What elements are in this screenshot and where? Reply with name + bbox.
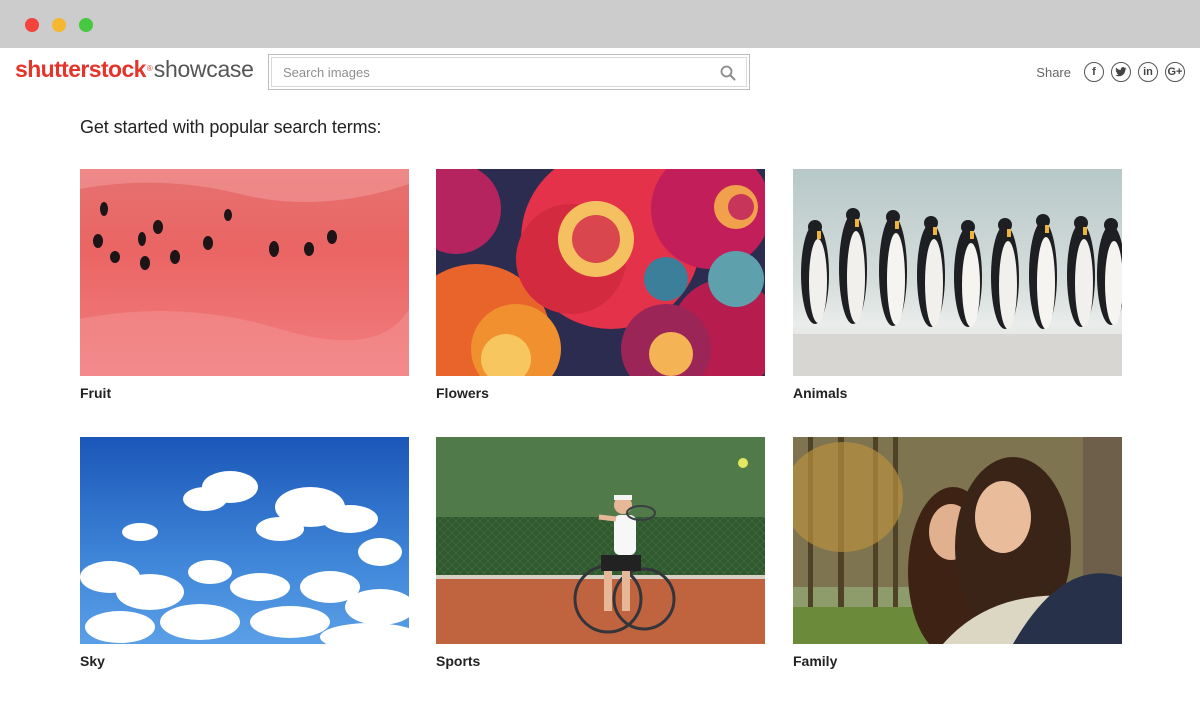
search-icon[interactable] [719, 64, 737, 82]
linkedin-icon[interactable]: in [1138, 62, 1158, 82]
tile-label[interactable]: Animals [793, 385, 1122, 401]
animals-image[interactable] [793, 169, 1122, 376]
share-bar: Share f in G+ [1036, 62, 1185, 82]
sky-image[interactable] [80, 437, 409, 644]
close-window-button[interactable] [25, 18, 39, 32]
google-plus-icon[interactable]: G+ [1165, 62, 1185, 82]
tile-label[interactable]: Fruit [80, 385, 409, 401]
logo-brand: shutterstock [15, 56, 146, 82]
search-field-frame [271, 57, 747, 87]
tile-sky[interactable]: Sky [80, 437, 409, 669]
search-box [268, 54, 750, 90]
logo-product: showcase [153, 56, 254, 82]
site-header: shutterstock®showcase Share f in G+ [0, 48, 1200, 100]
tile-sports[interactable]: Sports [436, 437, 765, 669]
shutterstock-showcase-logo[interactable]: shutterstock®showcase [15, 57, 254, 81]
tile-animals[interactable]: Animals [793, 169, 1122, 401]
page-heading: Get started with popular search terms: [80, 117, 382, 137]
family-image[interactable] [793, 437, 1122, 644]
window-titlebar [0, 0, 1200, 48]
search-input[interactable] [272, 58, 746, 86]
facebook-icon[interactable]: f [1084, 62, 1104, 82]
tile-flowers[interactable]: Flowers [436, 169, 765, 401]
fruit-image[interactable] [80, 169, 409, 376]
sports-image[interactable] [436, 437, 765, 644]
tile-fruit[interactable]: Fruit [80, 169, 409, 401]
tile-label[interactable]: Flowers [436, 385, 765, 401]
tile-label[interactable]: Family [793, 653, 1122, 669]
tile-family[interactable]: Family [793, 437, 1122, 669]
minimize-window-button[interactable] [52, 18, 66, 32]
logo-trademark: ® [146, 64, 153, 73]
main-content: Get started with popular search terms: F… [80, 117, 1122, 669]
maximize-window-button[interactable] [79, 18, 93, 32]
twitter-icon[interactable] [1111, 62, 1131, 82]
tile-label[interactable]: Sports [436, 653, 765, 669]
tile-label[interactable]: Sky [80, 653, 409, 669]
share-label: Share [1036, 64, 1071, 80]
flowers-image[interactable] [436, 169, 765, 376]
